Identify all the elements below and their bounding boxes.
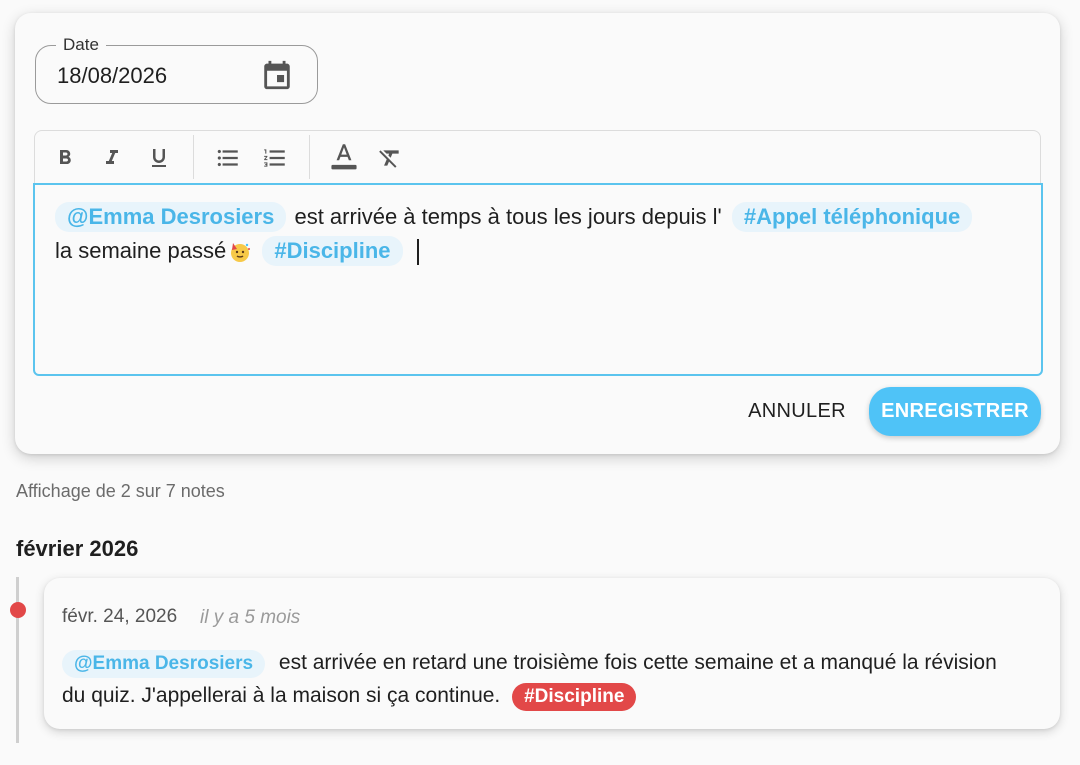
mention-chip[interactable]: @Emma Desrosiers — [62, 650, 266, 678]
toolbar-separator — [309, 135, 310, 179]
text-caret — [416, 239, 419, 266]
bullet-list-button[interactable] — [212, 142, 244, 174]
date-field[interactable]: Date — [35, 35, 318, 104]
clear-format-icon — [379, 150, 399, 168]
party-face-emoji-icon — [231, 243, 251, 263]
date-label: Date — [56, 35, 106, 55]
timeline-dot — [10, 602, 26, 618]
note-body: @Emma Desrosiers est arrivée en retard u… — [62, 646, 1022, 712]
cancel-button[interactable]: ANNULER — [737, 389, 857, 433]
text-color-icon — [331, 144, 357, 170]
underline-icon — [152, 149, 166, 167]
mention-chip[interactable]: @Emma Desrosiers — [55, 202, 287, 232]
editor-text: est arrivée à temps à tous les jours dep… — [294, 204, 722, 229]
numbered-list-button[interactable] — [259, 142, 291, 174]
tag-chip[interactable]: #Discipline — [512, 683, 637, 711]
note-relative-time: il y a 5 mois — [200, 607, 301, 628]
text-color-button[interactable] — [328, 142, 360, 174]
calendar-icon[interactable] — [260, 58, 294, 92]
bullet-list-icon — [217, 149, 238, 167]
save-button[interactable]: ENREGISTRER — [869, 387, 1041, 436]
note-content-editor[interactable]: @Emma Desrosiers est arrivée à temps à t… — [33, 183, 1043, 376]
underline-button[interactable] — [143, 142, 175, 174]
italic-button[interactable] — [96, 142, 128, 174]
toolbar-separator — [193, 135, 194, 179]
bold-button[interactable] — [49, 142, 81, 174]
note-card[interactable]: févr. 24, 2026 il y a 5 mois @Emma Desro… — [44, 578, 1060, 729]
date-input[interactable] — [57, 63, 247, 89]
italic-icon — [106, 150, 118, 164]
numbered-list-icon — [264, 149, 285, 167]
formatting-toolbar — [34, 130, 1041, 185]
bold-icon — [60, 150, 71, 164]
note-editor-card: Date 18/08/2026 @Emma Desrosiers est arr… — [15, 13, 1060, 454]
note-date: févr. 24, 2026 — [62, 606, 178, 627]
notes-count: Affichage de 2 sur 7 notes — [16, 481, 225, 501]
tag-chip[interactable]: #Discipline — [262, 236, 403, 266]
month-heading: février 2026 — [16, 536, 139, 561]
tag-chip[interactable]: #Appel téléphonique — [731, 202, 973, 232]
clear-format-button[interactable] — [374, 142, 406, 174]
editor-text: la semaine passé — [55, 238, 227, 263]
